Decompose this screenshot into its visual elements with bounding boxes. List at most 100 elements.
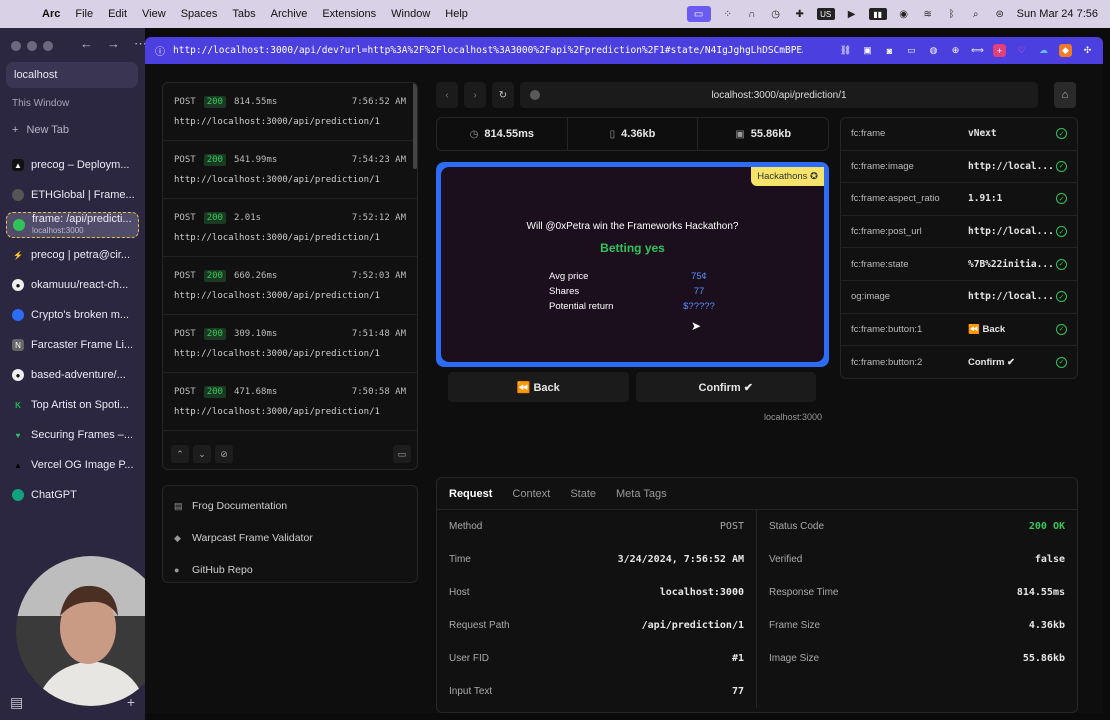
bet-label: Shares [549, 286, 580, 297]
dots-icon[interactable]: ⁘ [721, 8, 735, 20]
detail-row: Response Time 814.55ms [757, 576, 1077, 609]
clear-icon[interactable]: ⊘ [215, 445, 233, 463]
tab-context[interactable]: Context [512, 488, 550, 500]
tab-request[interactable]: Request [449, 488, 492, 500]
vercel-icon: ▲ [14, 460, 22, 470]
frog-docs-link[interactable]: ▤ Frog Documentation [163, 490, 417, 522]
extension-plus-icon[interactable]: + [993, 44, 1006, 57]
search-icon[interactable]: ⌕ [969, 8, 983, 20]
bluetooth-icon[interactable]: ᛒ [945, 8, 959, 20]
url-text[interactable]: http://localhost:3000/api/dev?url=http%3… [173, 45, 803, 56]
check-icon: ✓ [1056, 160, 1067, 172]
menu-edit[interactable]: Edit [108, 8, 127, 20]
tab-label: frame: /api/predicti... [32, 213, 132, 225]
tab-meta-tags[interactable]: Meta Tags [616, 488, 667, 500]
menu-spaces[interactable]: Spaces [181, 8, 218, 20]
sidebar-tab[interactable]: ⚡ precog | petra@cir... [6, 240, 139, 270]
detail-label: User FID [449, 653, 489, 664]
request-row[interactable]: POST 200 471.68ms 7:50:58 AM http://localho… [163, 373, 417, 431]
tab-state[interactable]: State [570, 488, 596, 500]
sidebar-tab[interactable]: ♥ Securing Frames –... [6, 420, 139, 450]
frame-confirm-button[interactable]: Confirm ✔ [635, 372, 816, 402]
window-icon[interactable]: ▭ [905, 44, 918, 57]
screen-icon[interactable]: ▭ [686, 6, 711, 22]
clock[interactable]: Sun Mar 24 7:56 [1017, 8, 1098, 20]
response-time-stat: ◷ 814.55ms [437, 118, 568, 150]
sidebar-tab[interactable]: ● based-adventure/... [6, 360, 139, 390]
new-tab-button[interactable]: + New Tab [12, 124, 69, 136]
request-row[interactable]: POST 200 2.01s 7:52:12 AM http://localhost:… [163, 199, 417, 257]
request-row[interactable]: POST 200 541.99ms 7:54:23 AM http://localho… [163, 141, 417, 199]
request-row[interactable]: POST 200 660.26ms 7:52:03 AM http://localho… [163, 257, 417, 315]
tab-label: based-adventure/... [31, 369, 126, 381]
request-list-scrollbar[interactable] [413, 83, 417, 169]
sidebar-tab[interactable]: N Farcaster Frame Li... [6, 330, 139, 360]
user-icon[interactable]: ◉ [897, 8, 911, 20]
chevron-down-icon[interactable]: ⌄ [193, 445, 211, 463]
menu-view[interactable]: View [142, 8, 166, 20]
back-arrow-icon[interactable]: ← [80, 36, 93, 52]
sidebar-tab[interactable]: ▲ Vercel OG Image P... [6, 450, 139, 480]
sidebar-tab[interactable]: ▲ precog – Deploym... [6, 150, 139, 180]
request-time: 7:50:58 AM [351, 387, 406, 397]
menu-help[interactable]: Help [445, 8, 468, 20]
medal-icon: ✪ [810, 171, 818, 182]
battery-icon[interactable]: ▮▮ [868, 8, 887, 20]
camera-icon[interactable]: ◙ [883, 44, 896, 57]
image-size-stat: ▣ 55.86kb [698, 118, 828, 150]
preview-back-icon[interactable]: ‹ [436, 82, 458, 108]
control-center-icon[interactable]: ⊜ [993, 8, 1007, 20]
frame-image: Hackathons ✪ Will @0xPetra win the Frame… [441, 167, 824, 362]
menu-tabs[interactable]: Tabs [232, 8, 255, 20]
forward-arrow-icon[interactable]: → [107, 36, 120, 52]
sidebar-tab-active[interactable]: frame: /api/predicti... localhost:3000 [6, 212, 139, 238]
wifi-icon[interactable]: ≋ [921, 8, 935, 20]
preview-address-bar[interactable]: localhost:3000/api/prediction/1 [520, 82, 1038, 108]
archive-icon[interactable]: ▤ [10, 694, 23, 711]
terminal-icon[interactable]: ▭ [393, 445, 411, 463]
pocket-icon[interactable]: ♡ [1015, 44, 1028, 57]
link-icon[interactable]: ⛓ [839, 44, 852, 57]
capture-icon[interactable]: ▣ [861, 44, 874, 57]
globe-icon[interactable]: ◍ [927, 44, 940, 57]
zoom-window-button[interactable] [43, 41, 53, 51]
chevron-up-icon[interactable]: ⌃ [171, 445, 189, 463]
request-method: POST [174, 97, 196, 107]
info-icon[interactable]: ⓘ [155, 43, 165, 58]
github-repo-link[interactable]: ● GitHub Repo [163, 554, 417, 586]
history-icon[interactable]: ◷ [769, 8, 783, 20]
minimize-window-button[interactable] [27, 41, 37, 51]
sidebar-tab[interactable]: ETHGlobal | Frame... [6, 180, 139, 210]
request-row[interactable]: POST 200 309.10ms 7:51:48 AM http://localho… [163, 315, 417, 373]
puzzle-icon[interactable]: ✚ [793, 8, 807, 20]
sidebar-tab[interactable]: ● okamuuu/react-ch... [6, 270, 139, 300]
play-icon[interactable]: ▶ [845, 8, 859, 20]
request-row[interactable]: POST 200 814.55ms 7:56:52 AM http://localho… [163, 83, 417, 141]
menu-archive[interactable]: Archive [271, 8, 308, 20]
sidebar-tab[interactable]: Crypto's broken m... [6, 300, 139, 330]
headphones-icon[interactable]: ∩ [745, 8, 759, 20]
menu-file[interactable]: File [75, 8, 93, 20]
devtools-icon[interactable]: ⟺ [971, 44, 984, 57]
sidebar-tab[interactable]: ChatGPT [6, 480, 139, 510]
close-window-button[interactable] [11, 41, 21, 51]
extensions-icon[interactable]: ✣ [1081, 44, 1094, 57]
detail-value: /api/prediction/1 [641, 620, 744, 631]
frame-back-button[interactable]: ⏪ Back [448, 372, 629, 402]
sidebar-tab[interactable]: K Top Artist on Spoti... [6, 390, 139, 420]
menu-window[interactable]: Window [391, 8, 430, 20]
home-icon[interactable]: ⌂ [1054, 82, 1076, 108]
menu-extensions[interactable]: Extensions [322, 8, 376, 20]
bet-value: 77 [693, 286, 705, 297]
sidebar-url-field[interactable]: localhost [6, 62, 138, 88]
target-icon[interactable]: ⊕ [949, 44, 962, 57]
fox-icon[interactable]: ◆ [1059, 44, 1072, 57]
cloud-icon[interactable]: ☁ [1037, 44, 1050, 57]
add-icon[interactable]: + [127, 694, 135, 711]
preview-forward-icon[interactable]: › [464, 82, 486, 108]
warpcast-validator-link[interactable]: ◆ Warpcast Frame Validator [163, 522, 417, 554]
menu-arc[interactable]: Arc [42, 8, 60, 20]
detail-label: Host [449, 587, 470, 598]
reload-icon[interactable]: ↻ [492, 82, 514, 108]
keyboard-layout-icon[interactable]: US [816, 8, 835, 20]
